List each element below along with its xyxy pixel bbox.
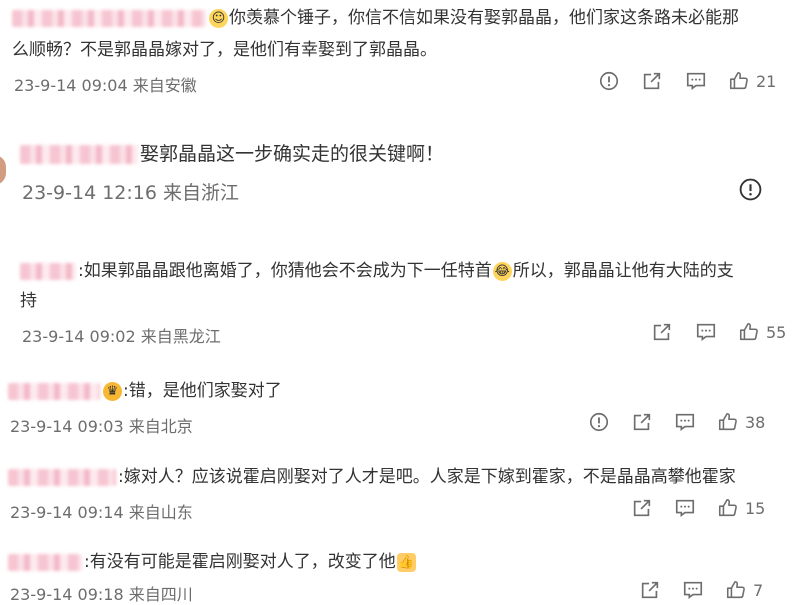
like-button[interactable]: 55 xyxy=(738,321,786,343)
like-count: 38 xyxy=(745,412,766,432)
comment-text: :有没有可能是霍启刚娶对人了，改变了他 👍 xyxy=(8,549,417,576)
report-button[interactable] xyxy=(598,70,620,92)
thumbs-up-icon xyxy=(718,498,737,517)
comment-text: ♛:错，是他们家娶对了 xyxy=(8,378,282,405)
thumbs-up-emoji: 👍 xyxy=(396,552,416,572)
like-button[interactable]: 15 xyxy=(717,497,765,519)
comment-text: ☺ 你羡慕个锤子，你信不信如果没有娶郭晶晶，他们家这条路未必能那 xyxy=(12,5,739,32)
comment-button[interactable] xyxy=(695,321,717,343)
thumbs-up-icon xyxy=(726,580,745,599)
comment-text-line2: 么顺畅？不是郭晶晶嫁对了，是他们有幸娶到了郭晶晶。 xyxy=(12,40,437,60)
comment-icon xyxy=(675,413,695,431)
comment-icon xyxy=(675,499,695,517)
report-icon xyxy=(739,178,762,201)
comment-icon xyxy=(696,323,716,341)
blurred-username xyxy=(8,468,116,486)
comment-text-line2: 持 xyxy=(20,291,37,311)
share-icon xyxy=(653,323,671,341)
report-icon xyxy=(599,71,619,91)
report-button[interactable] xyxy=(738,177,763,202)
blurred-username xyxy=(8,553,82,571)
share-icon xyxy=(633,413,651,431)
share-icon xyxy=(641,581,659,599)
share-button[interactable] xyxy=(641,70,663,92)
thumbs-up-icon xyxy=(718,412,737,431)
like-button[interactable]: 7 xyxy=(725,579,763,601)
comment-icon xyxy=(683,581,703,599)
like-count: 7 xyxy=(753,580,764,600)
blurred-username xyxy=(8,382,100,400)
share-button[interactable] xyxy=(639,579,661,601)
report-button[interactable] xyxy=(588,411,610,433)
laughing-tears-emoji: 😂 xyxy=(492,261,512,281)
like-button[interactable]: 21 xyxy=(728,70,776,92)
like-count: 15 xyxy=(745,498,766,518)
comment-icon xyxy=(686,72,706,90)
comment-text: :嫁对人？应该说霍启刚娶对了人才是吧。人家是下嫁到霍家，不是晶晶高攀他霍家 xyxy=(8,464,736,491)
share-button[interactable] xyxy=(631,497,653,519)
drooling-emoji: ☺ xyxy=(209,8,228,28)
share-button[interactable] xyxy=(651,321,673,343)
comment-text: :如果郭晶晶跟他离婚了，你猜他会不会成为下一任特首 😂 所以，郭晶晶让他有大陆的支 xyxy=(20,258,734,285)
comment-button[interactable] xyxy=(674,411,696,433)
like-count: 55 xyxy=(766,322,787,342)
comment-button[interactable] xyxy=(674,497,696,519)
blurred-username xyxy=(20,262,76,280)
share-icon xyxy=(643,72,661,90)
report-icon xyxy=(589,412,609,432)
like-count: 21 xyxy=(756,71,777,91)
comment-text: 娶郭晶晶这一步确实走的很关键啊！ xyxy=(20,140,444,168)
comment-button[interactable] xyxy=(685,70,707,92)
crown-emoji: ♛ xyxy=(103,381,122,401)
thumbs-up-icon xyxy=(729,71,748,90)
share-button[interactable] xyxy=(631,411,653,433)
comment-button[interactable] xyxy=(682,579,704,601)
blurred-username xyxy=(12,9,206,27)
share-icon xyxy=(633,499,651,517)
blurred-username xyxy=(20,145,138,164)
like-button[interactable]: 38 xyxy=(717,411,765,433)
thumbs-up-icon xyxy=(739,322,758,341)
